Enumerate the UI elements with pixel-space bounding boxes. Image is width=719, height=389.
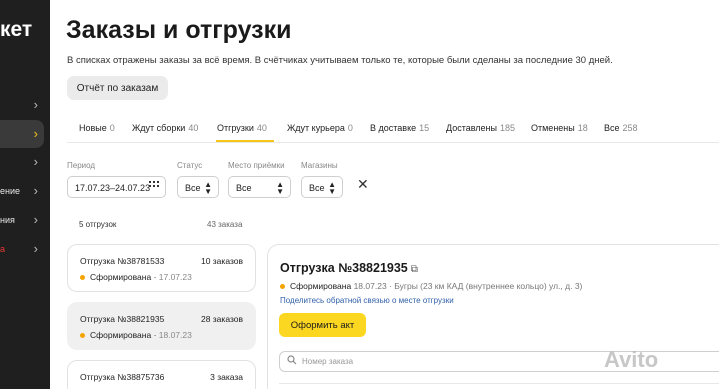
shipments-count: 5 отгрузок [79,220,117,229]
detail-title-text: Отгрузка №38821935 [280,261,408,275]
status-dot-icon [80,275,85,281]
calendar-icon [149,180,159,193]
tab-label: Отгрузки [217,123,254,133]
detail-meta: 18.07.23 · Бугры (23 км КАД (внутреннее … [353,281,583,291]
detail-status: Сформирована 18.07.23 · Бугры (23 км КАД… [280,281,582,291]
shipment-title: Отгрузка №38781533 [80,256,165,266]
sidebar-item-2[interactable]: › [0,120,44,148]
tab-label: Ждут курьера [287,123,345,133]
shipment-status-text: Сформирована [90,330,152,340]
tab-count: 0 [109,123,115,133]
shipment-status-text: Сформирована [90,272,152,282]
chevron-right-icon: › [33,183,38,198]
search-placeholder: Номер заказа [302,357,354,366]
tab-count: 258 [622,123,638,133]
tab-shipments[interactable]: Отгрузки 40 [217,123,267,133]
status-dot-icon [280,284,285,290]
shops-value: Все [309,183,325,193]
shipment-card[interactable]: Отгрузка №38875736 3 заказа [67,360,256,389]
shops-select[interactable]: Все ▲ ▼ [301,176,343,198]
status-dot-icon [80,333,85,339]
sidebar: кет › › › ение › ния › а › [0,0,50,389]
period-label: Период [67,161,96,170]
tab-label: Доставлены [446,123,497,133]
chevron-right-icon: › [33,212,38,227]
sidebar-item-4[interactable]: ение › [0,177,44,205]
shipment-date: 18.07.23 [158,330,192,340]
tab-label: Новые [79,123,107,133]
status-label: Статус [177,161,203,170]
search-icon [287,355,297,368]
tab-new[interactable]: Новые 0 [79,123,115,133]
period-value: 17.07.23–24.07.23 [75,183,151,193]
shipment-status: Сформирована · 17.07.23 [80,272,192,282]
tab-count: 40 [256,123,267,133]
watermark: Avito [604,347,659,372]
tab-label: Все [604,123,620,133]
shipment-card[interactable]: Отгрузка №38781533 10 заказов Сформирова… [67,244,256,292]
sort-arrows-icon: ▲ ▼ [204,180,212,196]
status-select[interactable]: Все ▲ ▼ [177,176,219,198]
sidebar-item-label: а [0,244,6,254]
place-select[interactable]: Все ▲ ▼ [228,176,291,198]
sidebar-item-5[interactable]: ния › [0,206,44,234]
shipment-title: Отгрузка №38875736 [80,372,165,382]
sidebar-item-6[interactable]: а › [0,235,44,263]
tab-label: Ждут сборки [132,123,186,133]
place-value: Все [236,183,252,193]
orders-report-button[interactable]: Отчёт по заказам [67,76,168,100]
create-act-button[interactable]: Оформить акт [279,313,366,337]
shipment-date: 17.07.23 [158,272,192,282]
orders-table-divider [279,383,719,389]
shipment-status: Сформирована · 18.07.23 [80,330,192,340]
tab-label: В доставке [370,123,417,133]
tab-cancelled[interactable]: Отменены 18 [531,123,588,133]
tab-count: 0 [347,123,353,133]
logo: кет [0,18,33,41]
copy-icon[interactable]: ⧉ [411,264,418,275]
sidebar-item-3[interactable]: › [0,148,44,176]
sort-arrows-icon: ▲ ▼ [276,180,284,196]
shops-label: Магазины [301,161,338,170]
sidebar-item-label: ение [0,186,21,196]
feedback-link[interactable]: Поделитесь обратной связью о месте отгру… [280,296,454,305]
app-root: кет › › › ение › ния › а › Заказы и отгр… [0,0,719,389]
status-tabs: Новые 0 Ждут сборки 40 Отгрузки 40 Ждут кур… [67,113,719,143]
tab-label: Отменены [531,123,575,133]
orders-count: 43 заказа [207,220,243,229]
shipment-orders-count: 3 заказа [210,372,243,382]
chevron-right-icon: › [33,241,38,256]
tab-count: 185 [500,123,516,133]
tab-awaiting-courier[interactable]: Ждут курьера 0 [287,123,353,133]
tab-in-delivery[interactable]: В доставке 15 [370,123,429,133]
shipment-orders-count: 28 заказов [200,314,243,324]
chevron-right-icon: › [33,126,38,141]
active-tab-indicator [216,140,274,142]
tab-all[interactable]: Все 258 [604,123,638,133]
detail-title: Отгрузка №38821935 ⧉ [280,261,418,275]
tab-count: 18 [577,123,588,133]
chevron-right-icon: › [33,97,38,112]
shipment-orders-count: 10 заказов [200,256,243,266]
sidebar-item-1[interactable]: › [0,91,44,119]
place-label: Место приёмки [228,161,285,170]
page-subtitle: В списках отражены заказы за всё время. … [67,55,613,66]
shipment-title: Отгрузка №38821935 [80,314,165,324]
chevron-right-icon: › [33,154,38,169]
shipment-card-selected[interactable]: Отгрузка №38821935 28 заказов Сформирова… [67,302,256,350]
page-title: Заказы и отгрузки [66,16,292,44]
sort-arrows-icon: ▲ ▼ [328,180,336,196]
tab-count: 40 [188,123,199,133]
sidebar-item-label: ния [0,215,15,225]
tab-count: 15 [419,123,430,133]
detail-status-text: Сформирована [290,281,352,291]
status-value: Все [185,183,201,193]
tab-delivered[interactable]: Доставлены 185 [446,123,515,133]
period-picker[interactable]: 17.07.23–24.07.23 [67,176,166,198]
tab-awaiting-assembly[interactable]: Ждут сборки 40 [132,123,198,133]
clear-filters-icon[interactable]: ✕ [357,176,369,193]
